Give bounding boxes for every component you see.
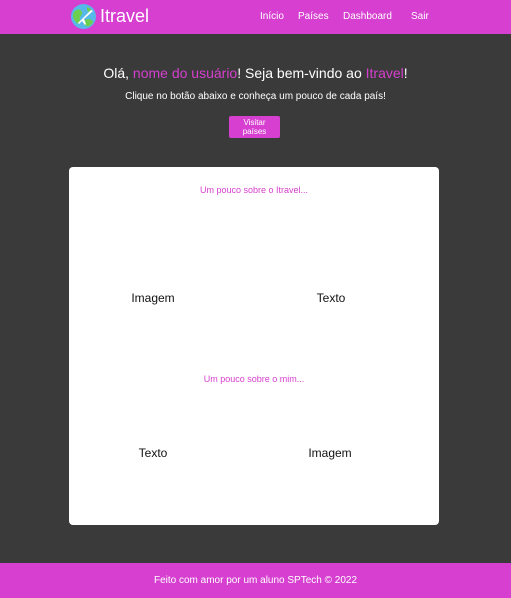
nav-sair[interactable]: Sair bbox=[411, 0, 429, 34]
logo-text: Itravel bbox=[100, 6, 150, 26]
visit-countries-button[interactable]: Visitar países bbox=[229, 116, 280, 138]
logo[interactable]: Itravel bbox=[70, 3, 149, 30]
page-footer: Feito com amor por um aluno SPTech © 202… bbox=[0, 563, 511, 598]
about-itravel-title: Um pouco sobre o Itravel... bbox=[199, 185, 309, 195]
welcome-heading: Olá, nome do usuário! Seja bem-vindo ao … bbox=[0, 64, 511, 82]
brand-highlight: Itravel bbox=[365, 65, 404, 81]
nav-dashboard[interactable]: Dashboard bbox=[343, 0, 392, 34]
about-me-text-placeholder: Texto bbox=[138, 446, 168, 460]
about-me-image-placeholder: Imagem bbox=[308, 446, 352, 460]
about-itravel-image-placeholder: Imagem bbox=[131, 291, 175, 305]
greeting-middle: ! Seja bem-vindo ao bbox=[237, 65, 366, 81]
about-itravel-text-placeholder: Texto bbox=[316, 291, 346, 305]
nav-inicio[interactable]: Início bbox=[260, 0, 284, 34]
username-highlight: nome do usuário bbox=[132, 65, 238, 81]
about-me-title: Um pouco sobre o mim... bbox=[203, 374, 305, 384]
greeting-prefix: Olá, bbox=[103, 65, 133, 81]
welcome-subtitle: Clique no botão abaixo e conheça um pouc… bbox=[125, 91, 386, 102]
globe-airplane-icon bbox=[71, 4, 96, 29]
nav-paises[interactable]: Países bbox=[298, 0, 329, 34]
top-header: Itravel Início Países Dashboard Sair bbox=[0, 0, 511, 34]
about-card: Um pouco sobre o Itravel... Imagem Texto… bbox=[69, 167, 439, 525]
greeting-suffix: ! bbox=[403, 65, 408, 81]
